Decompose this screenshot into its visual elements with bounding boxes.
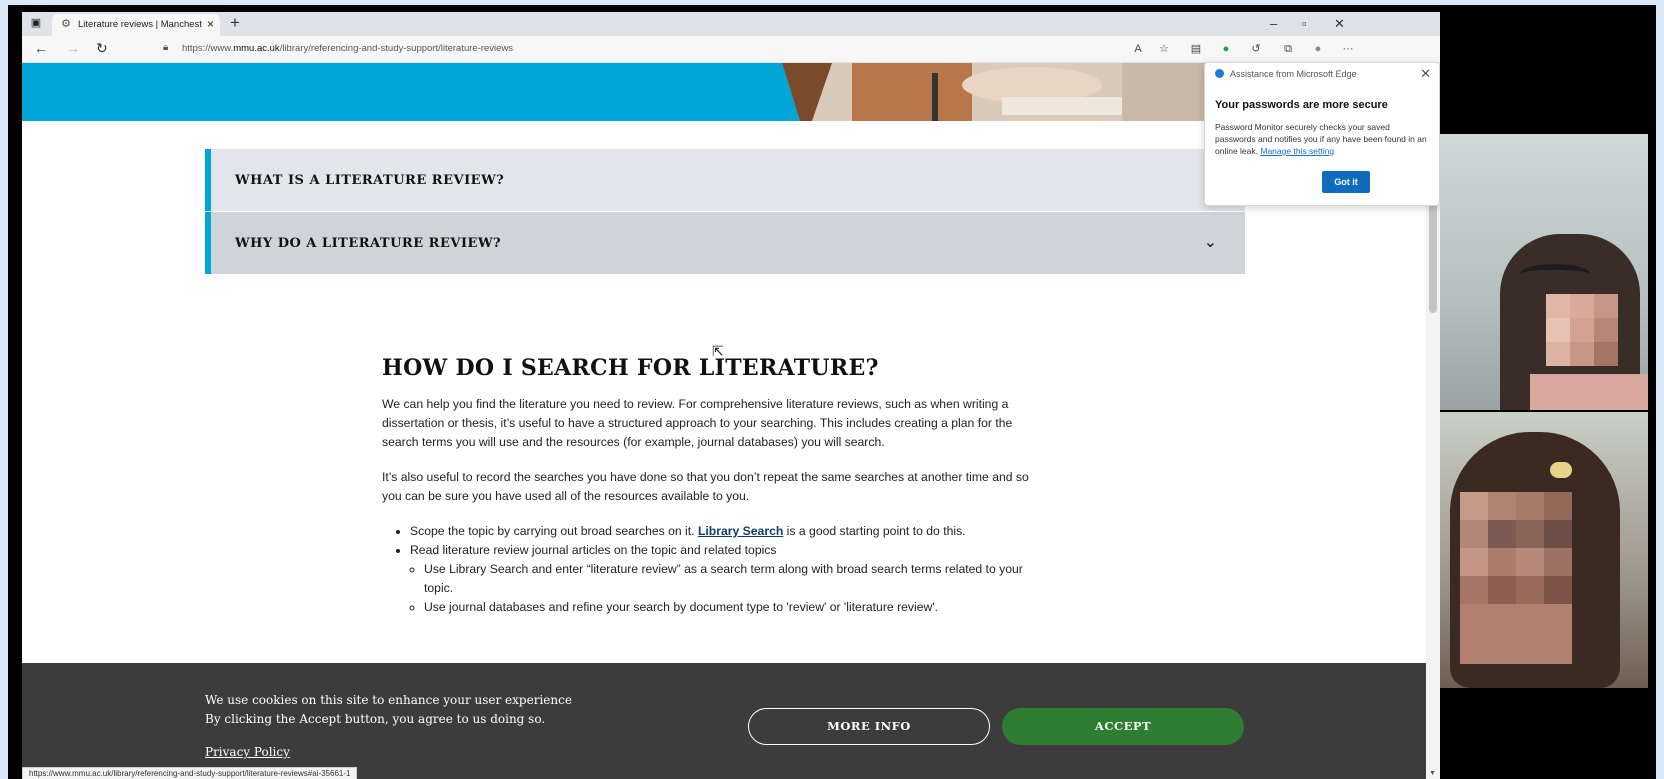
refresh-icon[interactable]: ↻ [96, 40, 108, 57]
list-item: Use Library Search and enter “literature… [424, 560, 1042, 598]
main-article: HOW DO I SEARCH FOR LITERATURE? We can h… [382, 355, 1042, 617]
cookie-message: We use cookies on this site to enhance y… [205, 693, 572, 707]
grammarly-icon[interactable]: ● [1218, 41, 1234, 57]
webcam-participant-2 [1440, 412, 1648, 688]
accordion-label: WHAT IS A LITERATURE REVIEW? [235, 173, 505, 188]
tab-close-icon[interactable]: × [207, 17, 214, 31]
collections-icon[interactable]: ⧉ [1280, 41, 1296, 57]
popup-header: Assistance from Microsoft Edge [1215, 69, 1357, 79]
site-favicon-icon: ⚙ [61, 18, 71, 30]
edge-logo-icon [1215, 69, 1224, 78]
more-menu-icon[interactable]: ··· [1340, 41, 1356, 57]
tab-actions-icon[interactable]: ▣ [28, 16, 44, 32]
status-url: https://www.mmu.ac.uk/library/referencin… [22, 767, 358, 779]
list-item: Read literature review journal articles … [410, 541, 1042, 617]
url-field[interactable]: https://www.mmu.ac.uk/library/referencin… [182, 43, 513, 54]
list-item: Use journal databases and refine your se… [424, 598, 1042, 617]
manage-setting-link[interactable]: Manage this setting [1260, 146, 1334, 156]
forward-arrow-icon[interactable]: → [66, 40, 80, 56]
tab-title: Literature reviews | Manchester M [78, 19, 202, 30]
cookie-banner: We use cookies on this site to enhance y… [22, 663, 1426, 779]
accordion-label: WHY DO A LITERATURE REVIEW? [235, 236, 502, 251]
library-search-link[interactable]: Library Search [698, 524, 783, 538]
section-heading: HOW DO I SEARCH FOR LITERATURE? [382, 355, 879, 381]
got-it-button[interactable]: Got it [1322, 171, 1370, 193]
refresh-extension-icon[interactable]: ↺ [1248, 41, 1264, 57]
extension-icon[interactable]: ▤ [1188, 41, 1204, 57]
search-tips-list: Scope the topic by carrying out broad se… [382, 522, 1042, 617]
password-monitor-popup: Assistance from Microsoft Edge ✕ Your pa… [1204, 62, 1440, 206]
sub-list: Use Library Search and enter “literature… [410, 560, 1042, 617]
popup-title: Your passwords are more secure [1215, 99, 1388, 111]
lock-icon[interactable]: 🔒︎ [163, 42, 168, 53]
list-item: Scope the topic by carrying out broad se… [410, 522, 1042, 541]
back-arrow-icon[interactable]: ← [34, 40, 48, 56]
privacy-policy-link[interactable]: Privacy Policy [205, 745, 290, 759]
paragraph: It’s also useful to record the searches … [382, 470, 1029, 503]
webcam-participant-1 [1440, 134, 1648, 410]
chevron-down-icon: ⌄ [1203, 234, 1217, 251]
tab-bar: ▣ ⚙ Literature reviews | Manchester M × … [22, 12, 1440, 36]
tab-literature-reviews[interactable]: ⚙ Literature reviews | Manchester M × [52, 14, 220, 36]
read-aloud-icon[interactable]: A [1130, 41, 1146, 57]
minimize-button[interactable]: – [1270, 16, 1277, 31]
restore-button[interactable]: ▫ [1302, 16, 1307, 31]
favorite-star-icon[interactable]: ☆ [1156, 41, 1172, 57]
scroll-thumb[interactable] [1429, 203, 1437, 313]
popup-body: Password Monitor securely checks your sa… [1215, 122, 1427, 156]
scroll-down-icon[interactable]: ▼ [1429, 770, 1436, 777]
accordion-what-is[interactable]: WHAT IS A LITERATURE REVIEW? [205, 149, 1245, 211]
paragraph: We can help you find the literature you … [382, 397, 1013, 449]
profile-avatar-icon[interactable]: ● [1310, 41, 1326, 57]
cookie-message: By clicking the Accept button, you agree… [205, 712, 546, 726]
address-bar-row: ← → ↻ 🔒︎ https://www.mmu.ac.uk/library/r… [22, 36, 1440, 63]
new-tab-button[interactable]: + [230, 13, 240, 33]
more-info-button[interactable]: MORE INFO [748, 708, 990, 745]
accordion-why-do[interactable]: WHY DO A LITERATURE REVIEW? ⌄ [205, 212, 1245, 274]
accept-button[interactable]: ACCEPT [1002, 708, 1244, 745]
window-close-button[interactable]: ✕ [1334, 16, 1345, 32]
close-icon[interactable]: ✕ [1420, 66, 1431, 82]
